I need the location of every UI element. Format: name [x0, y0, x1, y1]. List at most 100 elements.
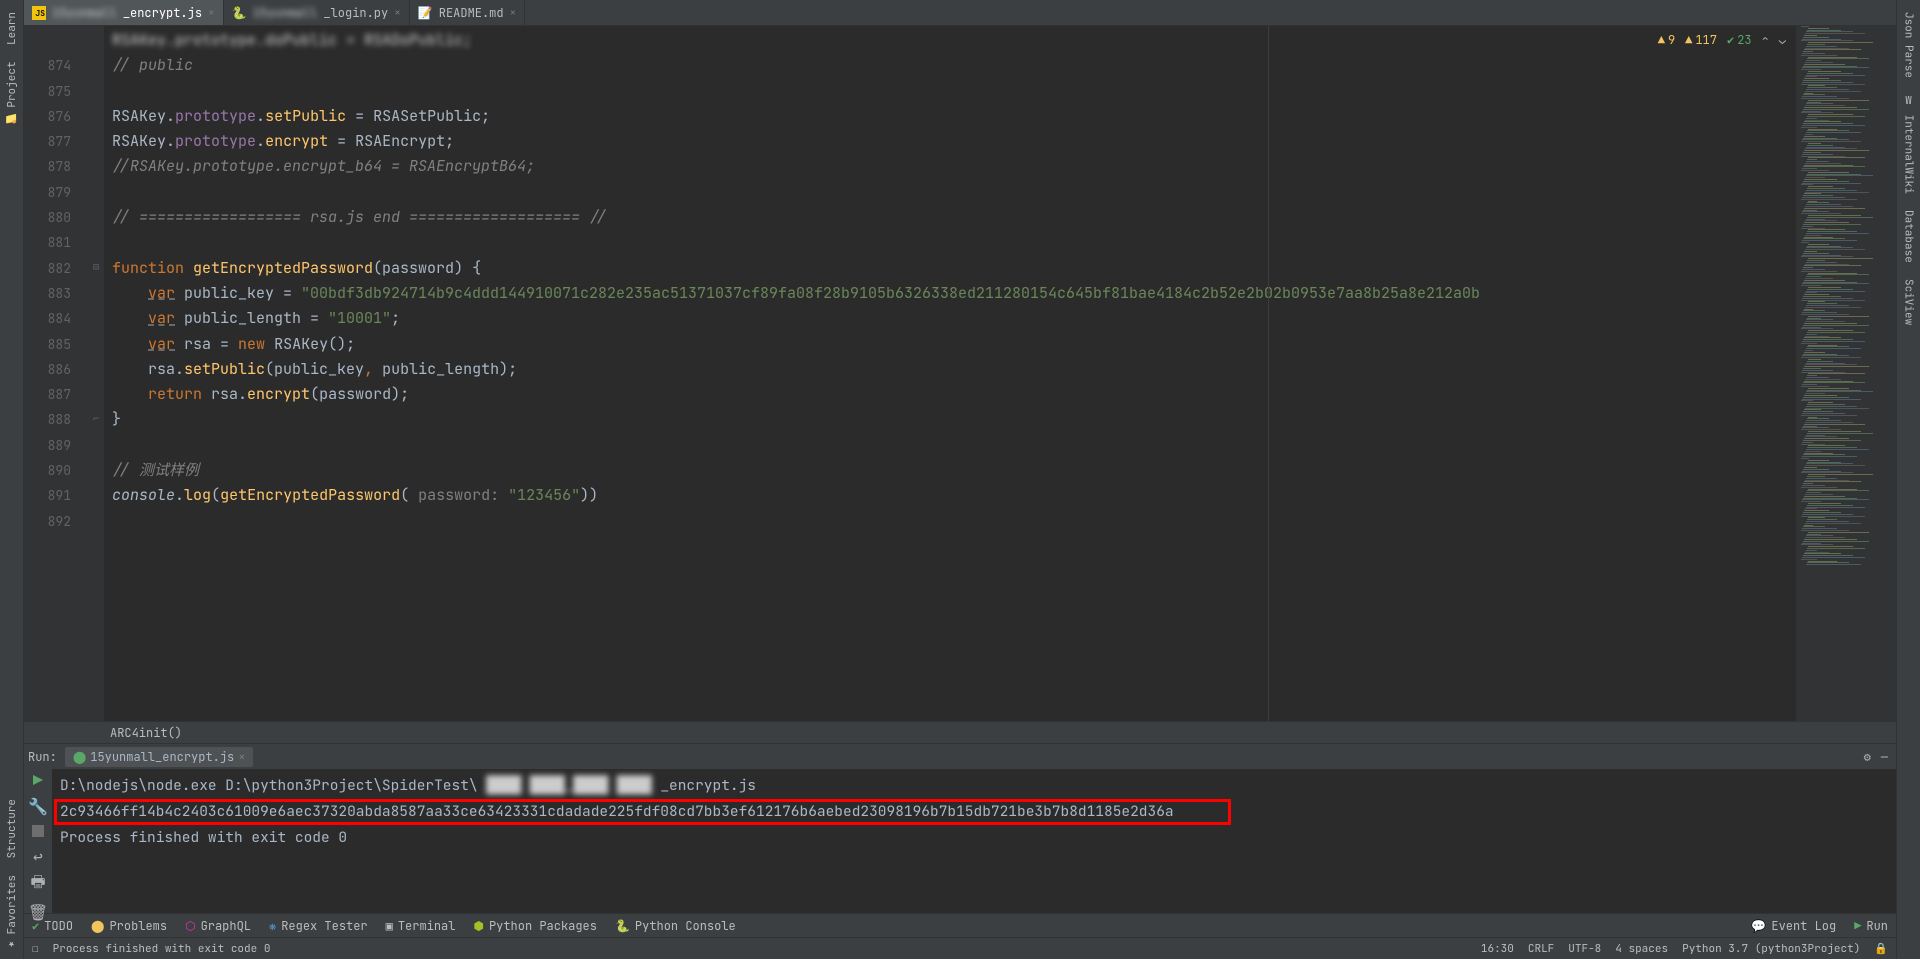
- close-icon[interactable]: ×: [510, 6, 517, 20]
- editor-tab[interactable]: 🐍15yunmall_login.py×: [224, 0, 410, 25]
- line-number[interactable]: 880: [24, 205, 87, 230]
- code-line[interactable]: // public: [104, 53, 1796, 78]
- stop-button[interactable]: [29, 825, 47, 837]
- code-line[interactable]: [104, 180, 1796, 205]
- interpreter[interactable]: Python 3.7 (python3Project): [1682, 942, 1860, 956]
- line-number[interactable]: 878: [24, 154, 87, 179]
- code-line[interactable]: // ================== rsa.js end =======…: [104, 205, 1796, 230]
- line-number[interactable]: 886: [24, 357, 87, 382]
- right-tool-rail: Json Parse W InternalWiki Database SciVi…: [1896, 0, 1920, 959]
- editor-tab[interactable]: JS15yunmall_encrypt.js×: [24, 0, 224, 25]
- code-line[interactable]: rsa.setPublic(public_key, public_length)…: [104, 357, 1796, 382]
- line-number[interactable]: 883: [24, 281, 87, 306]
- tab-label: _login.py: [323, 5, 388, 21]
- rail-sciview[interactable]: SciView: [1900, 271, 1918, 333]
- close-icon[interactable]: ×: [208, 6, 215, 20]
- code-line[interactable]: console.log(getEncryptedPassword( passwo…: [104, 483, 1796, 508]
- code-line[interactable]: [104, 79, 1796, 104]
- code-line[interactable]: // 测试样例: [104, 458, 1796, 483]
- package-icon: ⬢: [473, 918, 483, 934]
- line-number[interactable]: 887: [24, 382, 87, 407]
- close-icon[interactable]: ×: [394, 6, 401, 20]
- pycon-button[interactable]: 🐍Python Console: [615, 918, 736, 934]
- line-ending[interactable]: CRLF: [1528, 942, 1554, 956]
- code-line[interactable]: var rsa = new RSAKey();: [104, 332, 1796, 357]
- code-line[interactable]: }: [104, 407, 1796, 432]
- code-line[interactable]: [104, 433, 1796, 458]
- console-output[interactable]: D:\nodejs\node.exe D:\python3Project\Spi…: [52, 769, 1896, 913]
- right-margin-ruler: [1268, 26, 1269, 721]
- code-line[interactable]: var public_length = "10001";: [104, 306, 1796, 331]
- tab-label: _encrypt.js: [123, 5, 202, 21]
- minimap[interactable]: [1796, 26, 1896, 721]
- breadcrumb[interactable]: ARC4init(): [24, 721, 1896, 743]
- rail-json-parse[interactable]: Json Parse: [1900, 4, 1918, 86]
- fold-toggle-icon[interactable]: ⌐: [93, 412, 99, 425]
- code-line[interactable]: RSAKey.prototype.setPublic = RSASetPubli…: [104, 104, 1796, 129]
- line-number[interactable]: 884: [24, 306, 87, 331]
- code-line[interactable]: RSAKey.prototype.encrypt = RSAEncrypt;: [104, 129, 1796, 154]
- print-button[interactable]: 🖶: [29, 875, 47, 893]
- breadcrumb-item: ARC4init(): [110, 725, 182, 741]
- terminal-button[interactable]: ▣Terminal: [386, 918, 456, 934]
- rail-favorites[interactable]: ★ Favorites: [3, 867, 21, 959]
- rail-project[interactable]: 📁 Project: [3, 53, 21, 133]
- graphql-icon: ⬡: [185, 918, 195, 934]
- minimize-icon[interactable]: —: [1881, 749, 1888, 765]
- settings-button[interactable]: 🔧: [29, 797, 47, 815]
- line-number[interactable]: 879: [24, 180, 87, 205]
- chevron-down-icon[interactable]: ⌄: [1779, 32, 1786, 48]
- rail-internal-wiki[interactable]: W InternalWiki: [1900, 86, 1918, 202]
- error-icon: ▲: [1685, 32, 1692, 48]
- regex-icon: ❋: [269, 918, 276, 934]
- line-number[interactable]: 877: [24, 129, 87, 154]
- code-line[interactable]: [104, 509, 1796, 534]
- inspections-widget[interactable]: ▲9 ▲117 ✔23 ⌃ ⌄: [1658, 32, 1786, 48]
- line-number[interactable]: 874: [24, 53, 87, 78]
- line-number[interactable]: 875: [24, 79, 87, 104]
- soft-wrap-button[interactable]: ↩: [29, 847, 47, 865]
- line-number[interactable]: 889: [24, 433, 87, 458]
- line-number[interactable]: 882: [24, 256, 87, 281]
- close-icon[interactable]: ×: [238, 749, 245, 765]
- indent-setting[interactable]: 4 spaces: [1615, 942, 1668, 956]
- console-line: 2c93466ff14b4c2403c61009e6aec37320abda85…: [60, 799, 1888, 825]
- trash-button[interactable]: 🗑: [29, 903, 47, 921]
- gutter: 8748758768778788798808818828838848858868…: [24, 26, 88, 721]
- regex-button[interactable]: ❋Regex Tester: [269, 918, 368, 934]
- folder-icon: 📁: [5, 111, 19, 124]
- line-number[interactable]: 881: [24, 230, 87, 255]
- line-number[interactable]: 888: [24, 407, 87, 432]
- chevron-up-icon[interactable]: ⌃: [1762, 32, 1769, 48]
- rerun-button[interactable]: [29, 773, 47, 787]
- cursor-position[interactable]: 16:30: [1481, 942, 1514, 956]
- run-status-icon: ⬤: [73, 749, 86, 765]
- line-number[interactable]: 891: [24, 483, 87, 508]
- code-line[interactable]: function getEncryptedPassword(password) …: [104, 256, 1796, 281]
- line-number[interactable]: 890: [24, 458, 87, 483]
- code-line[interactable]: [104, 230, 1796, 255]
- pypkg-button[interactable]: ⬢Python Packages: [473, 918, 597, 934]
- code-line[interactable]: return rsa.encrypt(password);: [104, 382, 1796, 407]
- code-line[interactable]: var public_key = "00bdf3db924714b9c4ddd1…: [104, 281, 1796, 306]
- code-line[interactable]: //RSAKey.prototype.encrypt_b64 = RSAEncr…: [104, 154, 1796, 179]
- line-number[interactable]: 892: [24, 509, 87, 534]
- run-label: Run:: [28, 749, 57, 765]
- line-number[interactable]: 876: [24, 104, 87, 129]
- eventlog-button[interactable]: 💬Event Log: [1751, 918, 1836, 934]
- graphql-button[interactable]: ⬡GraphQL: [185, 918, 251, 934]
- run-button[interactable]: ▶Run: [1854, 918, 1888, 934]
- fold-toggle-icon[interactable]: ⊟: [93, 260, 99, 273]
- rail-database[interactable]: Database: [1900, 202, 1918, 271]
- code-surface[interactable]: RSAKey.prototype.doPublic = RSADoPublic;…: [104, 26, 1796, 721]
- rail-structure[interactable]: Structure: [3, 791, 21, 866]
- lock-icon[interactable]: 🔒: [1874, 942, 1888, 956]
- editor-tab[interactable]: 📝README.md×: [410, 0, 525, 25]
- gear-icon[interactable]: ⚙: [1864, 749, 1871, 765]
- run-tab[interactable]: ⬤ 15yunmall_encrypt.js ×: [65, 747, 254, 767]
- rail-learn[interactable]: Learn: [3, 4, 21, 53]
- line-number[interactable]: 885: [24, 332, 87, 357]
- bottom-toolbar: ✔TODO ⬤Problems ⬡GraphQL ❋Regex Tester ▣…: [24, 913, 1896, 937]
- encoding[interactable]: UTF-8: [1568, 942, 1601, 956]
- problems-button[interactable]: ⬤Problems: [91, 918, 167, 934]
